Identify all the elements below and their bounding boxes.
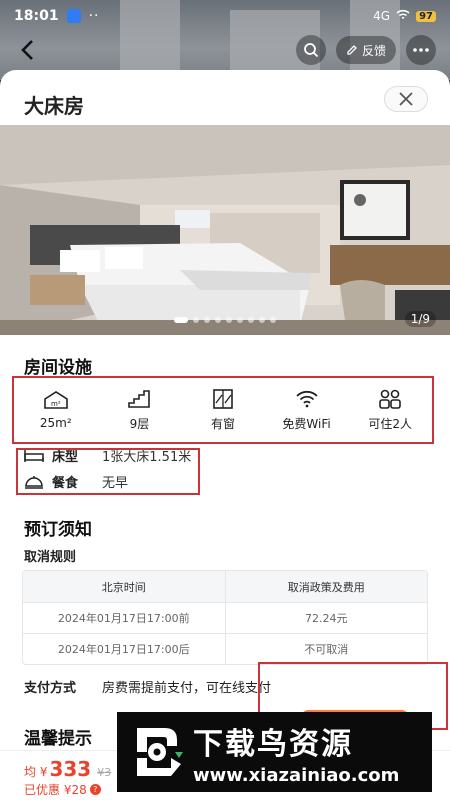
payment-row: 支付方式 房费需提前支付，可在线支付 [24,677,271,696]
discount-line[interactable]: 已优惠 ¥28 ? [24,781,101,798]
search-icon [304,43,319,58]
tips-title: 温馨提示 [24,729,92,749]
gallery-dot[interactable] [204,317,210,323]
status-time: 18:01 [14,8,59,24]
battery-icon: 97 [416,10,436,22]
watermark-banner: 下载鸟资源 www.xiazainiao.com [117,712,432,792]
gallery-dot[interactable] [270,317,276,323]
facility-window: 有窗 [181,378,265,442]
gallery-counter: 1/9 [404,311,436,327]
status-dots: ·· [88,8,100,24]
booking-notice-title: 预订须知 [24,520,92,540]
people-icon [379,389,401,409]
feedback-button[interactable]: 反馈 [335,36,396,64]
search-button[interactable] [295,35,326,65]
header-policy: 取消政策及费用 [224,571,428,602]
feedback-label: 反馈 [361,43,386,58]
facility-floor: 9层 [98,378,182,442]
status-bar: 18:01 ·· 4G 97 [0,0,450,32]
payment-key: 支付方式 [24,681,77,696]
discount-text: 已优惠 ¥28 [24,783,87,797]
signal-icon: 4G [373,9,391,23]
app-notification-icon [66,9,81,23]
watermark-text: 下载鸟资源 www.xiazainiao.com [193,719,399,786]
bed-meal-highlight [16,448,200,495]
facility-wifi-label: 免费WiFi [282,416,331,431]
bird-logo-icon [125,722,185,782]
facility-occupancy-label: 可住2人 [368,416,412,431]
price-prefix: 均 ¥ [24,765,48,779]
watermark-url: www.xiazainiao.com [193,764,400,786]
facility-area: m² 25m² [14,378,98,442]
room-photo-gallery[interactable]: 1/9 [0,125,450,335]
stairs-icon [128,389,151,408]
facility-wifi: 免费WiFi [265,378,349,442]
facility-occupancy: 可住2人 [348,378,432,442]
top-navigation: 反馈 [0,32,450,68]
original-price: ¥3 [97,766,112,779]
wifi-status-icon [396,9,410,24]
payment-value: 房费需提前支付，可在线支付 [102,681,272,696]
header-time: 北京时间 [101,580,146,594]
gallery-dots [0,317,450,323]
facilities-row: m² 25m² 9层 有窗 免费WiFi 可住2人 [12,376,434,444]
area-icon: m² [43,391,68,409]
gallery-dot[interactable] [237,317,243,323]
cancel-policy-table: 北京时间 取消政策及费用 2024年01月17日17:00前 72.24元 20… [22,570,428,665]
gallery-dot[interactable] [259,317,265,323]
cell-policy: 不可取消 [224,634,428,664]
gallery-dot[interactable] [174,317,188,323]
cancel-rules-title: 取消规则 [24,550,77,565]
room-title: 大床房 [24,94,84,118]
table-row: 2024年01月17日17:00后 不可取消 [23,633,427,664]
price-amount: 333 [49,757,92,781]
gallery-dot[interactable] [193,317,199,323]
room-photo [0,125,450,335]
svg-text:m²: m² [51,400,61,408]
cell-time: 2024年01月17日17:00后 [57,643,190,656]
close-icon [399,92,413,106]
facility-window-label: 有窗 [210,416,235,431]
edit-icon [347,45,357,55]
chevron-left-icon [21,40,33,60]
price-line: 均 ¥ 333 ¥3 [24,757,111,781]
facility-floor-label: 9层 [129,416,150,431]
cell-time: 2024年01月17日17:00前 [57,612,190,625]
close-button[interactable] [384,86,428,112]
gallery-dot[interactable] [226,317,232,323]
table-header: 北京时间 取消政策及费用 [23,571,427,602]
wifi-icon [295,390,318,407]
facilities-title: 房间设施 [24,358,92,378]
back-button[interactable] [14,36,42,64]
help-icon[interactable]: ? [89,784,101,795]
gallery-dot[interactable] [215,317,221,323]
cell-policy: 72.24元 [224,603,428,633]
watermark-title: 下载鸟资源 [193,726,353,762]
facility-area-label: 25m² [39,416,72,430]
more-icon [413,48,429,52]
gallery-dot[interactable] [248,317,254,323]
table-row: 2024年01月17日17:00前 72.24元 [23,602,427,633]
window-icon [213,388,233,409]
more-button[interactable] [406,35,436,65]
